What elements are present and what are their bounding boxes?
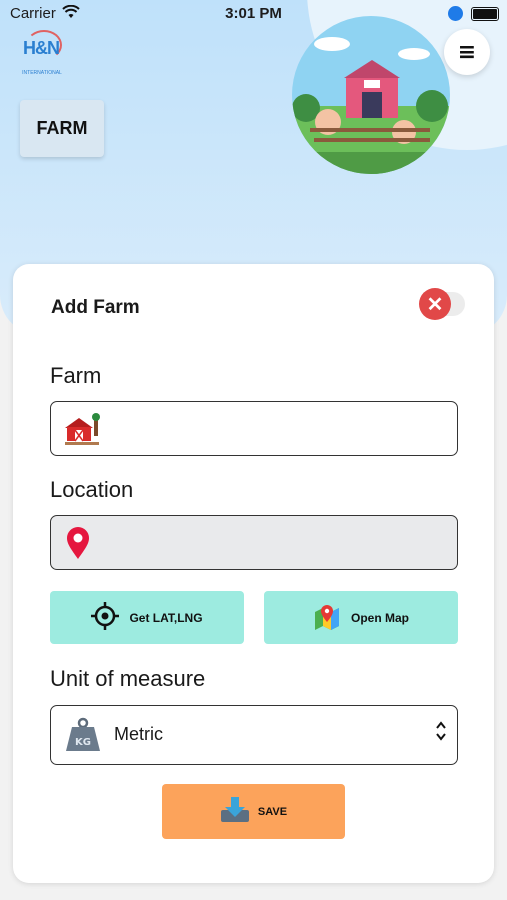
download-icon — [220, 796, 250, 827]
get-latlng-label: Get LAT,LNG — [129, 610, 203, 625]
close-icon: ✕ — [419, 288, 451, 320]
menu-icon: ≡ — [457, 39, 477, 65]
location-label: Location — [50, 477, 134, 502]
map-icon — [313, 602, 341, 633]
barn-icon — [63, 412, 101, 446]
location-arrow-icon — [448, 6, 463, 21]
farm-input[interactable] — [109, 410, 443, 447]
save-label: SAVE — [257, 805, 288, 818]
farm-label: Farm — [50, 363, 102, 388]
unit-value: Metric — [114, 724, 163, 744]
get-latlng-button[interactable]: Get LAT,LNG — [50, 591, 244, 644]
menu-button[interactable]: ≡ — [444, 29, 490, 75]
status-time: 3:01 PM — [225, 5, 282, 22]
unit-label: Unit of measure — [50, 666, 206, 691]
open-map-button[interactable]: Open Map — [264, 591, 458, 644]
farm-illustration — [292, 16, 450, 174]
card-title: Add Farm — [51, 297, 140, 318]
map-pin-icon — [63, 526, 101, 560]
location-field[interactable] — [50, 515, 458, 570]
battery-icon — [471, 7, 499, 21]
farm-tab[interactable]: FARM — [20, 100, 104, 157]
svg-text:KG: KG — [75, 737, 91, 748]
farm-field[interactable] — [50, 401, 458, 456]
weight-icon: KG — [64, 717, 102, 753]
logo-subtext: INTERNATIONAL — [22, 70, 62, 76]
status-bar: Carrier 3:01 PM — [0, 0, 507, 28]
logo-text: H&N — [23, 38, 60, 58]
add-farm-card: Add Farm ✕ Farm Location Get LAT,LNG Ope… — [13, 264, 494, 883]
save-button[interactable]: SAVE — [162, 784, 345, 839]
close-button[interactable]: ✕ — [419, 288, 465, 320]
crosshair-icon — [91, 602, 120, 633]
open-map-label: Open Map — [350, 610, 409, 625]
brand-logo: H&N INTERNATIONAL — [18, 30, 66, 78]
unit-select[interactable]: KG Metric — [50, 705, 458, 765]
location-input[interactable] — [109, 524, 443, 561]
chevron-updown-icon — [435, 720, 447, 745]
